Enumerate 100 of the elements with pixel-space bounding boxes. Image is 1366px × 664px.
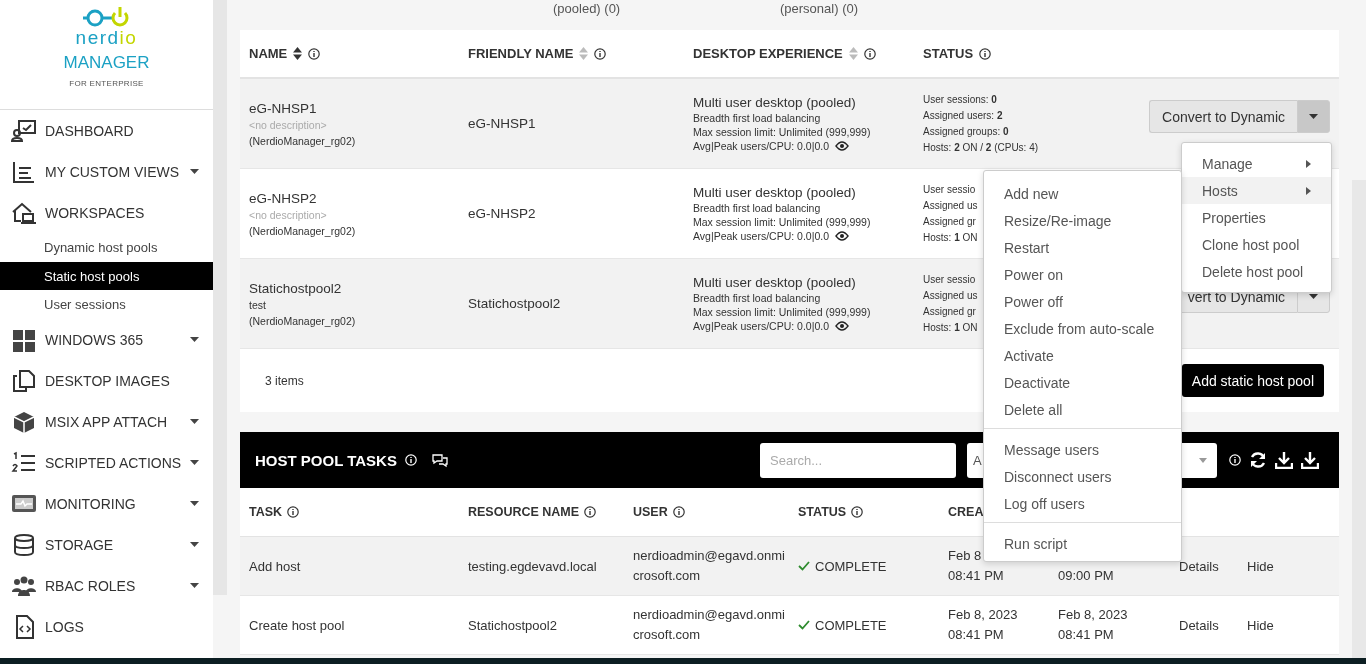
dropdown-button[interactable]	[1297, 100, 1330, 133]
completed-time: 08:41 PM	[1058, 626, 1114, 644]
task-name: Create host pool	[249, 617, 345, 633]
column-header[interactable]: STATUS	[923, 46, 974, 61]
caret-icon	[190, 169, 199, 174]
status-line: User sessio	[923, 272, 976, 287]
brand-name: nerdio	[75, 28, 138, 48]
column-header[interactable]: CREA	[948, 505, 984, 519]
pool-name: eG-NHSP2	[249, 190, 317, 206]
convert-button[interactable]: Convert to Dynamic	[1149, 100, 1297, 133]
created-time: Feb 8	[948, 547, 982, 565]
info-icon[interactable]	[584, 506, 597, 518]
pool-description: <no description>	[249, 208, 327, 221]
info-icon[interactable]	[863, 47, 876, 60]
menu-item[interactable]: Activate	[984, 342, 1181, 369]
desktop-experience: Multi user desktop (pooled)	[693, 185, 856, 200]
numbered-list-icon	[11, 450, 37, 475]
menu-item[interactable]: Disconnect users	[984, 463, 1181, 490]
nav-subitem[interactable]: Static host pools	[0, 261, 213, 291]
experience-detail: Max session limit: Unlimited (999,999)	[693, 306, 871, 318]
status-line: Hosts: 2 ON / 2 (CPUs: 4)	[923, 140, 1039, 155]
box-icon	[11, 409, 37, 434]
details-link[interactable]: Details	[1179, 617, 1219, 633]
menu-item[interactable]: Message users	[984, 436, 1181, 463]
info-icon[interactable]	[672, 506, 685, 518]
count-label: (pooled) (0)	[553, 1, 621, 16]
caret-icon	[190, 542, 199, 548]
nav-item[interactable]: SCRIPTED ACTIONS	[0, 442, 213, 484]
status-line: Hosts: 1 ON	[923, 320, 978, 335]
edition-label: FOR ENTERPRISE	[69, 79, 144, 88]
menu-item[interactable]: Log off users	[984, 490, 1181, 517]
friendly-name: Statichostpool2	[468, 296, 561, 311]
resource-name: Statichostpool2	[468, 617, 557, 633]
menu-item[interactable]: Hosts	[1182, 177, 1331, 204]
refresh-icon[interactable]	[1249, 451, 1267, 469]
nav-subitem[interactable]: Dynamic host pools	[0, 233, 213, 262]
menu-item[interactable]: Restart	[984, 234, 1181, 261]
nav-subitem[interactable]: User sessions	[0, 290, 213, 320]
menu-item[interactable]: Deactivate	[984, 369, 1181, 396]
created-time: Feb 8, 2023	[948, 606, 1018, 624]
chat-icon[interactable]	[430, 452, 449, 468]
caret-icon	[190, 419, 199, 425]
info-icon[interactable]	[851, 506, 864, 518]
experience-detail: Avg|Peak users/CPU: 0.0|0.0	[693, 320, 829, 332]
nav-item[interactable]: RBAC ROLES	[0, 565, 213, 607]
menu-item[interactable]: Properties	[1182, 204, 1331, 231]
menu-item[interactable]: Exclude from auto-scale	[984, 315, 1181, 342]
download-icon[interactable]	[1275, 451, 1293, 469]
column-header[interactable]: USER	[633, 505, 668, 519]
nav-item[interactable]: MONITORING	[0, 483, 213, 525]
sort-icon[interactable]	[293, 47, 303, 60]
details-link[interactable]: Details	[1179, 558, 1219, 574]
friendly-name: eG-NHSP1	[468, 116, 536, 131]
eye-icon[interactable]	[835, 321, 849, 331]
add-host-pool-button[interactable]: Add static host pool	[1181, 364, 1324, 397]
check-icon	[798, 620, 810, 630]
status-line: Hosts: 1 ON	[923, 230, 978, 245]
experience-detail: Breadth first load balancing	[693, 202, 821, 214]
experience-detail: Max session limit: Unlimited (999,999)	[693, 216, 871, 228]
column-header[interactable]: TASK	[249, 505, 283, 519]
nav-item[interactable]: MY CUSTOM VIEWS	[0, 151, 213, 192]
created-time: 08:41 PM	[948, 626, 1004, 644]
nav-item[interactable]: STORAGE	[0, 524, 213, 566]
nav-item[interactable]: LOGS	[0, 606, 213, 648]
status-line: Assigned gr	[923, 214, 976, 229]
nav-item[interactable]: DASHBOARD	[0, 110, 213, 151]
experience-detail: Avg|Peak users/CPU: 0.0|0.0	[693, 140, 829, 152]
column-header[interactable]: RESOURCE NAME	[468, 505, 580, 519]
copy-icon	[11, 368, 37, 393]
info-icon[interactable]	[287, 506, 300, 518]
hide-link[interactable]: Hide	[1247, 558, 1274, 574]
info-icon[interactable]	[979, 47, 992, 60]
search-field[interactable]: Search...	[760, 442, 956, 478]
download-icon[interactable]	[1301, 451, 1319, 469]
menu-item[interactable]: Add new	[984, 180, 1181, 207]
nav-item[interactable]: WORKSPACES	[0, 192, 213, 233]
menu-item[interactable]: Manage	[1182, 150, 1331, 177]
menu-item[interactable]: Delete all	[984, 396, 1181, 423]
hide-link[interactable]: Hide	[1247, 617, 1274, 633]
column-header[interactable]: DESKTOP EXPERIENCE	[693, 46, 843, 61]
nav-item[interactable]: DESKTOP IMAGES	[0, 360, 213, 402]
info-icon[interactable]	[594, 47, 607, 60]
eye-icon[interactable]	[835, 231, 849, 241]
status-line: Assigned gr	[923, 304, 976, 319]
caret-icon	[1199, 457, 1207, 463]
created-time: 08:41 PM	[948, 567, 1004, 585]
column-header[interactable]: FRIENDLY NAME	[468, 46, 574, 61]
nav-item[interactable]: WINDOWS 365	[0, 319, 213, 361]
info-icon[interactable]	[308, 47, 321, 60]
menu-item[interactable]: Clone host pool	[1182, 231, 1331, 258]
monitor-person-icon	[11, 118, 37, 143]
column-header[interactable]: STATUS	[798, 505, 847, 519]
menu-item[interactable]: Run script	[984, 530, 1181, 557]
resource-group: (NerdioManager_rg02)	[249, 224, 356, 237]
column-header[interactable]: NAME	[249, 46, 288, 61]
menu-item[interactable]: Resize/Re-image	[984, 207, 1181, 234]
eye-icon[interactable]	[835, 141, 849, 151]
status-line: Assigned users: 2	[923, 108, 1003, 123]
caret-icon	[190, 337, 199, 343]
nav-item[interactable]: MSIX APP ATTACH	[0, 401, 213, 443]
